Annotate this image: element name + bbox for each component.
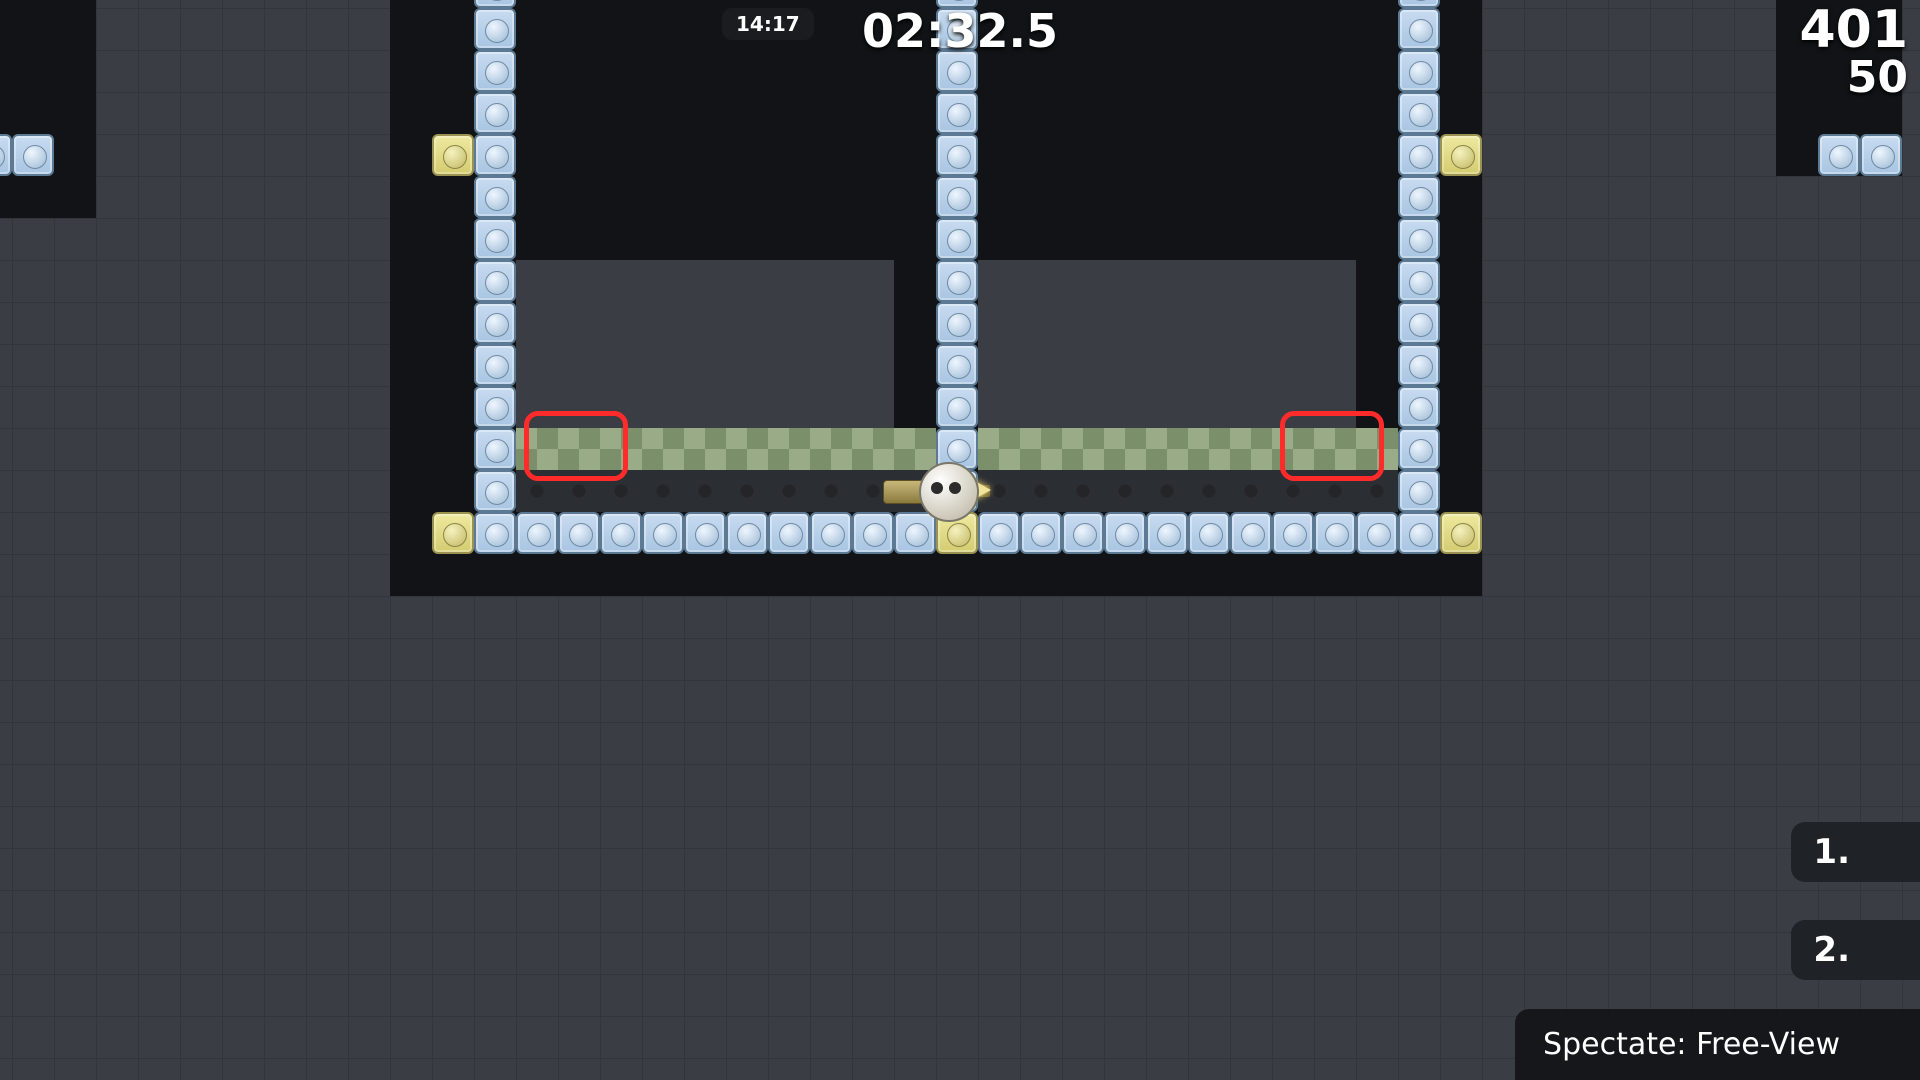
spectate-label: Spectate: Free-View xyxy=(1543,1027,1840,1062)
game-world[interactable] xyxy=(0,0,1920,1080)
score-bottom: 50 xyxy=(1799,56,1908,100)
spectate-bar[interactable]: Spectate: Free-View xyxy=(1515,1009,1920,1080)
score-panel: 401 50 xyxy=(1799,4,1908,100)
score-top: 401 xyxy=(1799,4,1908,56)
slot-label: 2. xyxy=(1813,930,1850,970)
weapon-slot-2[interactable]: 2. xyxy=(1791,920,1920,980)
slot-label: 1. xyxy=(1813,832,1850,872)
round-time-pill: 14:17 xyxy=(722,8,814,40)
weapon-slot-1[interactable]: 1. xyxy=(1791,822,1920,882)
round-time: 14:17 xyxy=(736,12,800,36)
race-timer: 02:32.5 xyxy=(862,4,1058,58)
